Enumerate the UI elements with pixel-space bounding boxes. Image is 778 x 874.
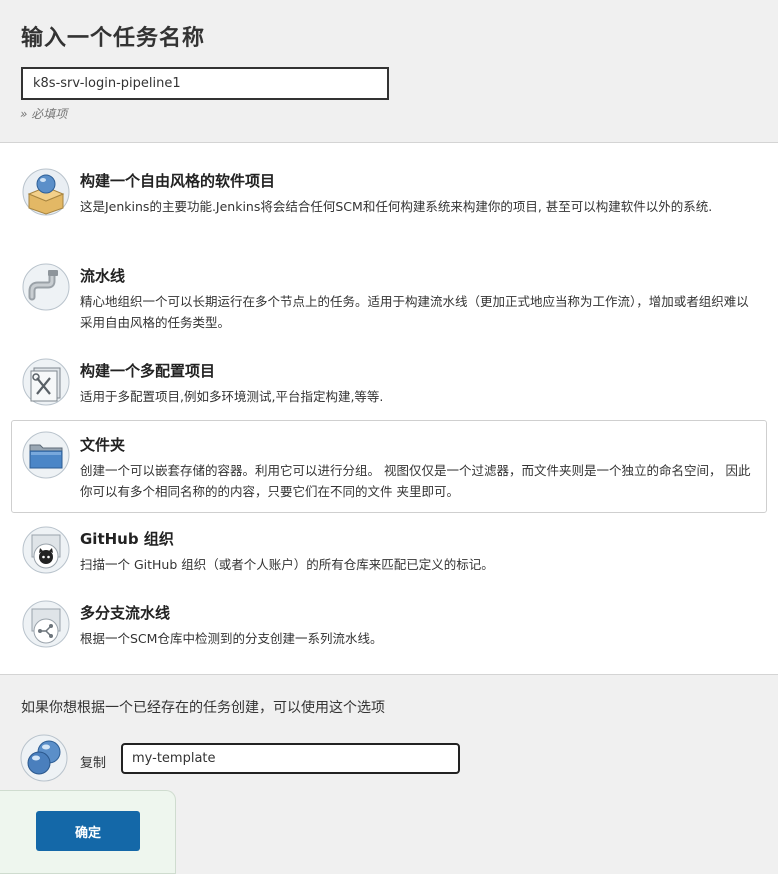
type-title: 构建一个多配置项目 xyxy=(80,362,216,380)
copy-job-icon xyxy=(20,734,68,782)
name-section: 输入一个任务名称 » 必填项 xyxy=(0,0,778,143)
type-title: GitHub 组织 xyxy=(80,530,174,548)
copy-label: 复制 xyxy=(80,756,107,771)
type-multibranch[interactable]: 多分支流水线 根据一个SCM仓库中检测到的分支创建一系列流水线。 xyxy=(11,595,767,655)
type-title: 文件夹 xyxy=(80,436,126,454)
type-title: 构建一个自由风格的软件项目 xyxy=(80,172,276,190)
type-title: 多分支流水线 xyxy=(80,604,171,622)
type-description: 适用于多配置项目,例如多环境测试,平台指定构建,等等. xyxy=(80,389,384,404)
job-types-list: 构建一个自由风格的软件项目 这是Jenkins的主要功能.Jenkins将会结合… xyxy=(0,143,778,674)
pipeline-icon xyxy=(22,263,70,311)
type-title: 流水线 xyxy=(80,267,126,285)
folder-icon xyxy=(22,431,70,479)
type-description: 创建一个可以嵌套存储的容器。利用它可以进行分组。 视图仅仅是一个过滤器，而文件夹… xyxy=(80,463,751,499)
type-freestyle[interactable]: 构建一个自由风格的软件项目 这是Jenkins的主要功能.Jenkins将会结合… xyxy=(11,163,767,241)
github-org-icon xyxy=(22,526,70,574)
type-github-org[interactable]: GitHub 组织 扫描一个 GitHub 组织（或者个人账户）的所有仓库来匹配… xyxy=(11,521,767,581)
required-hint: » 必填项 xyxy=(20,107,68,121)
type-description: 根据一个SCM仓库中检测到的分支创建一系列流水线。 xyxy=(80,631,383,646)
copy-hint: 如果你想根据一个已经存在的任务创建，可以使用这个选项 xyxy=(21,700,385,716)
ok-button[interactable]: 确定 xyxy=(36,811,140,851)
ok-bar: 确定 xyxy=(0,790,176,874)
type-folder[interactable]: 文件夹 创建一个可以嵌套存储的容器。利用它可以进行分组。 视图仅仅是一个过滤器，… xyxy=(11,420,767,513)
copy-from-input[interactable] xyxy=(121,743,460,774)
type-description: 这是Jenkins的主要功能.Jenkins将会结合任何SCM和任何构建系统来构… xyxy=(80,199,713,214)
type-multi-config[interactable]: 构建一个多配置项目 适用于多配置项目,例如多环境测试,平台指定构建,等等. xyxy=(11,353,767,413)
type-description: 精心地组织一个可以长期运行在多个节点上的任务。适用于构建流水线（更加正式地应当称… xyxy=(80,294,749,330)
job-name-input[interactable] xyxy=(21,67,389,100)
type-pipeline[interactable]: 流水线 精心地组织一个可以长期运行在多个节点上的任务。适用于构建流水线（更加正式… xyxy=(11,258,767,336)
multibranch-icon xyxy=(22,600,70,648)
multi-config-icon xyxy=(22,358,70,406)
page-title: 输入一个任务名称 xyxy=(21,26,206,51)
type-description: 扫描一个 GitHub 组织（或者个人账户）的所有仓库来匹配已定义的标记。 xyxy=(80,557,494,572)
freestyle-project-icon xyxy=(22,168,70,216)
